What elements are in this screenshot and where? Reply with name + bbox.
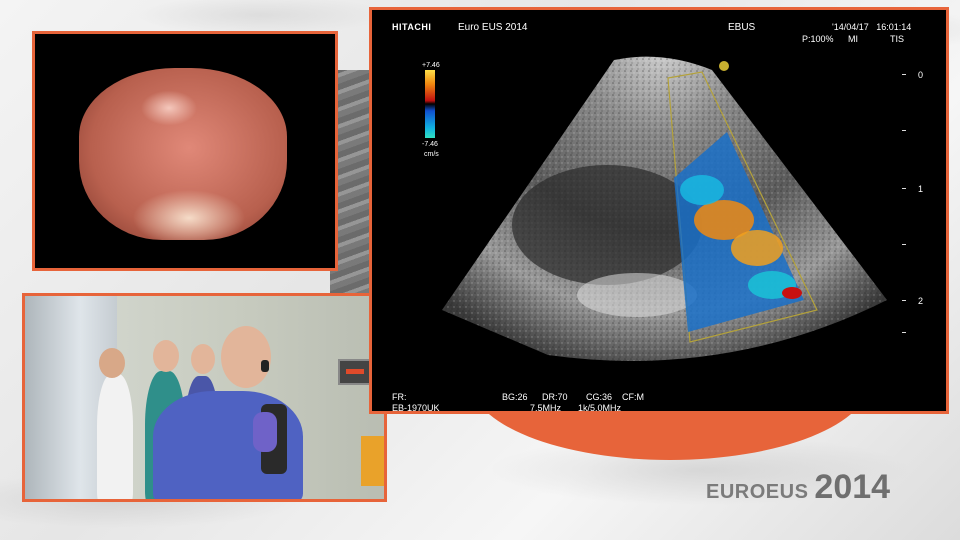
depth-tick: [902, 188, 906, 189]
prf-frequency: 1k/5.0MHz: [578, 403, 622, 413]
depth-tick: [902, 74, 906, 75]
gain-bg: BG:26: [502, 392, 528, 402]
logo-year: 2014: [814, 468, 891, 506]
depth-scale: 0 1 2: [902, 70, 932, 350]
dark-lesion: [512, 165, 702, 285]
staff-member-1: [97, 374, 133, 499]
gloved-hand: [253, 412, 277, 452]
staff-member-1-head: [99, 348, 125, 378]
wall-monitor: [338, 359, 372, 385]
ultrasound-sector-image: [442, 56, 887, 361]
dynamic-range: DR:70: [542, 392, 568, 402]
color-gain: CG:36: [586, 392, 613, 402]
depth-label-1: 1: [918, 184, 924, 194]
flow-red-orange-2: [731, 230, 783, 266]
fr-label: FR:: [392, 392, 407, 402]
depth-tick: [902, 244, 906, 245]
staff-member-2-head: [153, 340, 179, 372]
staff-member-3-head: [191, 344, 215, 374]
endoscopic-image: [79, 68, 287, 240]
depth-label-0: 0: [918, 70, 924, 80]
logo-word: EUROEUS: [706, 481, 809, 503]
color-flow-mode: CF:M: [622, 392, 644, 402]
bright-echo: [577, 273, 697, 317]
probe-marker-icon: [719, 61, 729, 71]
depth-tick: [902, 130, 906, 131]
endoscopy-video-panel: [32, 31, 338, 271]
depth-tick: [902, 300, 906, 301]
flow-red-edge: [782, 287, 802, 299]
euroeus-logo: EUROEUS 2014: [706, 468, 890, 507]
operator-doctor-head: [221, 326, 271, 388]
flow-cyan-1: [680, 175, 724, 205]
headset-icon: [261, 360, 269, 372]
depth-label-2: 2: [918, 296, 924, 306]
operator-camera-panel: [22, 293, 387, 502]
depth-tick: [902, 332, 906, 333]
transmit-frequency: 7.5MHz: [530, 403, 562, 413]
ultrasound-panel: HITACHI Euro EUS 2014 EBUS '14/04/17 16:…: [369, 7, 949, 414]
sharps-bin: [361, 436, 384, 486]
probe-model: EB-1970UK: [392, 403, 440, 413]
